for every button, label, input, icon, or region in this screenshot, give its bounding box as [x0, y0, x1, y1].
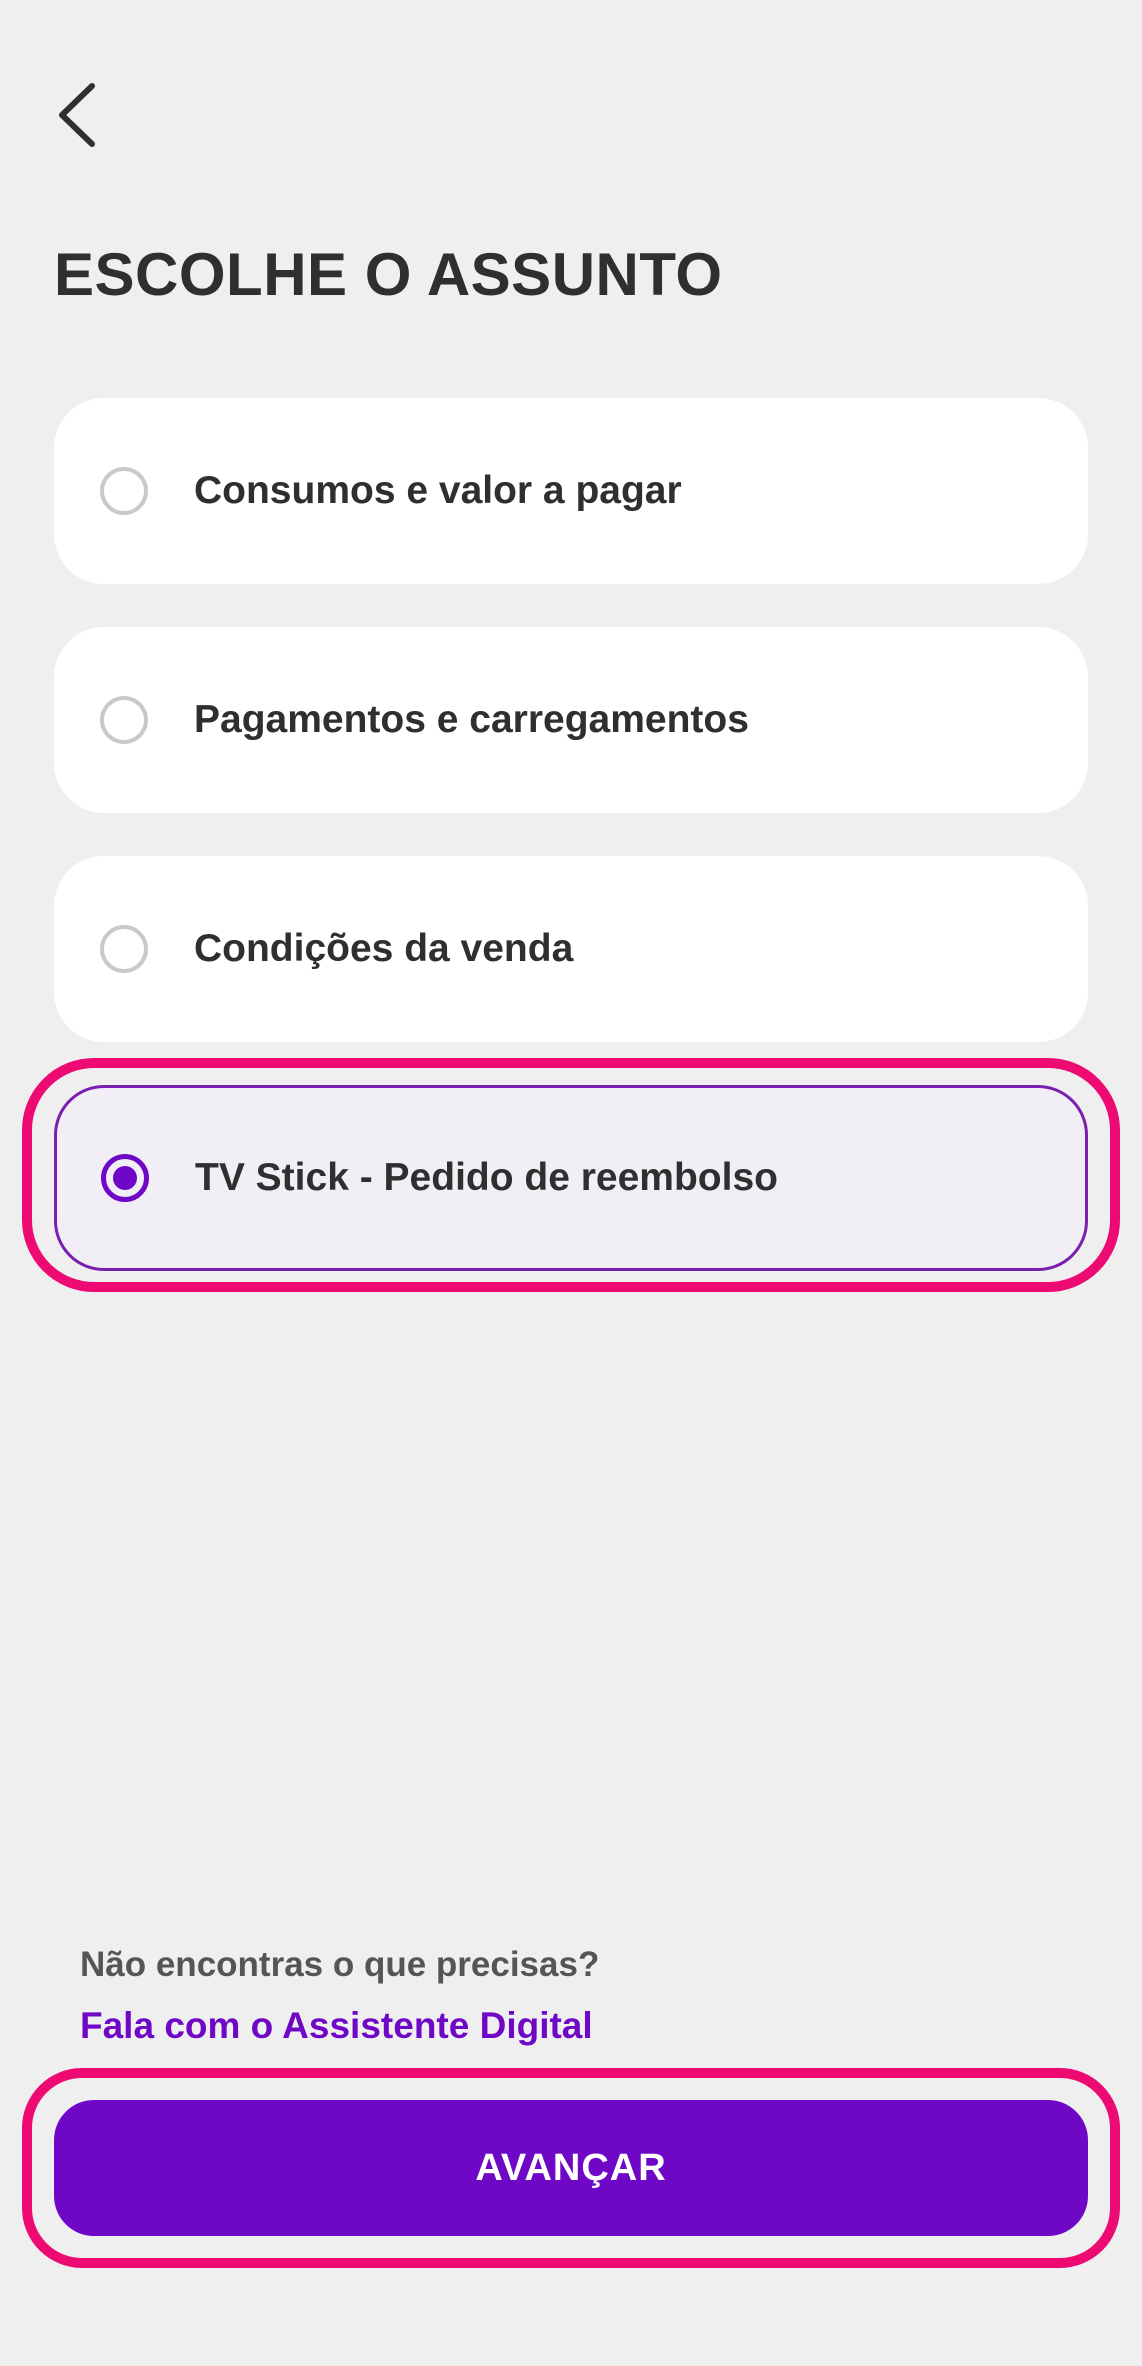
radio-selected-dot — [113, 1166, 137, 1190]
option-pagamentos[interactable]: Pagamentos e carregamentos — [54, 627, 1088, 813]
option-consumos[interactable]: Consumos e valor a pagar — [54, 398, 1088, 584]
option-label: TV Stick - Pedido de reembolso — [195, 1156, 778, 1199]
option-label: Pagamentos e carregamentos — [194, 698, 749, 741]
option-label: Condições da venda — [194, 927, 574, 970]
radio-unselected[interactable] — [100, 467, 148, 515]
chevron-left-icon — [59, 83, 95, 147]
option-label: Consumos e valor a pagar — [194, 469, 682, 512]
page-title: ESCOLHE O ASSUNTO — [54, 241, 723, 308]
subject-option-list: Consumos e valor a pagar Pagamentos e ca… — [54, 398, 1088, 1314]
help-question: Não encontras o que precisas? — [80, 1945, 600, 1984]
option-condicoes[interactable]: Condições da venda — [54, 856, 1088, 1042]
assistant-link[interactable]: Fala com o Assistente Digital — [80, 2005, 593, 2047]
radio-selected[interactable] — [101, 1154, 149, 1202]
advance-button[interactable]: AVANÇAR — [54, 2100, 1088, 2236]
radio-unselected[interactable] — [100, 925, 148, 973]
radio-unselected[interactable] — [100, 696, 148, 744]
option-tv-stick[interactable]: TV Stick - Pedido de reembolso — [54, 1085, 1088, 1271]
back-button[interactable] — [54, 70, 124, 160]
